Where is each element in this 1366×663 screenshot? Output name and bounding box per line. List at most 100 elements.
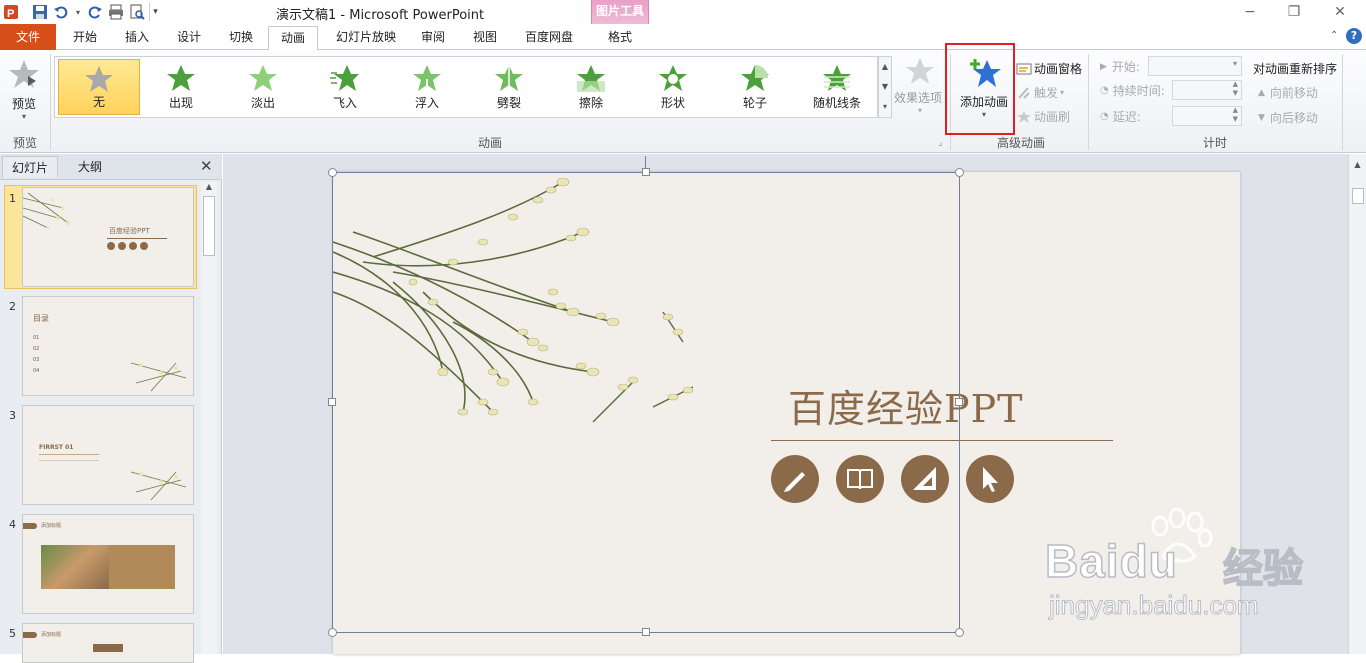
slide-thumbnail-2[interactable]: 目录 01 02 03 04: [22, 296, 194, 396]
effect-options-button[interactable]: 效果选项 ▾: [894, 56, 944, 115]
close-panel-icon[interactable]: ✕: [200, 157, 213, 175]
tab-slides[interactable]: 幻灯片: [2, 156, 58, 178]
float-in-star-icon: [413, 65, 441, 92]
animation-appear[interactable]: 出现: [140, 59, 222, 115]
animation-none[interactable]: 无: [58, 59, 140, 115]
slide-thumbnail-3[interactable]: FIRRST 01: [22, 405, 194, 505]
animation-wipe[interactable]: 擦除: [550, 59, 632, 115]
resize-handle[interactable]: [955, 168, 964, 177]
animation-painter-button[interactable]: 动画刷: [1016, 108, 1070, 125]
tab-design[interactable]: 设计: [166, 26, 212, 50]
help-icon[interactable]: ?: [1346, 28, 1362, 44]
close-window-icon[interactable]: ✕: [1330, 4, 1350, 20]
tab-file[interactable]: 文件: [0, 24, 56, 50]
title-bar: P ▾ ▾ 演示文稿1 - Microsoft PowerPoint − ❐ ✕: [0, 0, 1366, 24]
slide-number: 3: [9, 409, 16, 422]
animation-float-in[interactable]: 浮入: [386, 59, 468, 115]
print-preview-icon[interactable]: [128, 3, 146, 21]
animation-dialog-launcher-icon[interactable]: ⌟: [938, 138, 942, 148]
move-earlier-button[interactable]: ▲ 向前移动: [1258, 84, 1318, 101]
preview-button[interactable]: 预览 ▾: [4, 56, 44, 122]
slide-number: 2: [9, 300, 16, 313]
trigger-button[interactable]: 触发 ▾: [1016, 84, 1064, 101]
tab-outline[interactable]: 大纲: [62, 156, 118, 178]
animation-random-bars[interactable]: 随机线条: [796, 59, 878, 115]
slide-number: 1: [9, 192, 16, 205]
trigger-icon: [1018, 86, 1030, 99]
animation-appear-label: 出现: [168, 96, 193, 110]
ribbon-animations: 预览 ▾ 预览 无 出现 淡出 飞入 浮入 劈裂 擦除 形状 轮子 随机线条 ▲…: [0, 43, 1366, 153]
save-icon[interactable]: [31, 3, 49, 21]
group-label-animation: 动画: [477, 136, 502, 150]
slide-thumbnail-1[interactable]: 百度经验PPT: [22, 187, 194, 287]
powerpoint-app-icon[interactable]: P: [2, 3, 20, 21]
resize-handle[interactable]: [328, 628, 337, 637]
tab-home[interactable]: 开始: [62, 26, 108, 50]
tab-animations[interactable]: 动画: [268, 26, 318, 51]
animation-random-bars-label: 随机线条: [812, 96, 861, 110]
minimize-icon[interactable]: −: [1240, 4, 1260, 20]
animation-pane-button[interactable]: 动画窗格: [1016, 60, 1082, 77]
scroll-up-icon[interactable]: ▲: [201, 182, 217, 191]
move-earlier-icon: ▲: [1258, 87, 1265, 98]
animation-pane-icon: [1016, 63, 1032, 74]
animation-wheel[interactable]: 轮子: [714, 59, 796, 115]
slide-thumbnail-4[interactable]: 添加标题: [22, 514, 194, 614]
fade-star-icon: [249, 65, 277, 91]
resize-handle[interactable]: [642, 168, 650, 176]
animation-gallery: 无 出现 淡出 飞入 浮入 劈裂 擦除 形状 轮子 随机线条: [54, 56, 878, 118]
animation-painter-icon: [1017, 110, 1031, 123]
editor-scroll-up-icon[interactable]: ▲: [1349, 160, 1366, 169]
restore-icon[interactable]: ❐: [1284, 4, 1304, 20]
resize-handle[interactable]: [955, 398, 963, 406]
slide-number: 4: [9, 518, 16, 531]
resize-handle[interactable]: [328, 398, 336, 406]
slide-canvas[interactable]: 百度经验PPT: [328, 156, 1240, 654]
tab-baidu-netdisk[interactable]: 百度网盘: [516, 26, 582, 50]
group-label-timing: 计时: [1202, 136, 1227, 150]
resize-handle[interactable]: [955, 628, 964, 637]
start-label: ▶ 开始:: [1100, 58, 1140, 75]
animation-shape[interactable]: 形状: [632, 59, 714, 115]
tab-insert[interactable]: 插入: [114, 26, 160, 50]
tab-transitions[interactable]: 切换: [218, 26, 264, 50]
undo-icon[interactable]: [52, 3, 70, 21]
start-select[interactable]: ▾: [1148, 56, 1242, 76]
animation-split[interactable]: 劈裂: [468, 59, 550, 115]
tea-photo-image: [41, 545, 109, 589]
thumb-box: [93, 644, 123, 652]
gallery-more-icon[interactable]: ▾: [879, 97, 891, 117]
undo-dropdown-icon[interactable]: ▾: [73, 3, 83, 21]
customize-qat-icon[interactable]: ▾: [149, 3, 161, 21]
thumb-title: 添加标题: [41, 523, 62, 529]
resize-handle[interactable]: [328, 168, 337, 177]
collapse-ribbon-icon[interactable]: ⌃: [1330, 30, 1338, 41]
scroll-thumb[interactable]: [203, 196, 215, 256]
redo-icon[interactable]: [86, 3, 104, 21]
reorder-label: 对动画重新排序: [1253, 62, 1338, 76]
tab-slideshow[interactable]: 幻灯片放映: [326, 26, 406, 50]
toc-item: 04: [33, 368, 40, 374]
gallery-scroll[interactable]: ▲ ▼ ▾: [878, 56, 892, 118]
editor-scroll-thumb[interactable]: [1352, 188, 1364, 204]
move-later-text: 向后移动: [1269, 111, 1318, 125]
panel-scrollbar[interactable]: ▲: [201, 182, 217, 654]
tab-review[interactable]: 审阅: [412, 26, 454, 50]
gallery-scroll-down-icon[interactable]: ▼: [879, 77, 891, 97]
toc-item: 01: [33, 335, 40, 341]
picture-selection-box: [332, 172, 960, 633]
animation-fly-in[interactable]: 飞入: [304, 59, 386, 115]
move-later-button[interactable]: ▼ 向后移动: [1258, 109, 1318, 126]
tab-view[interactable]: 视图: [464, 26, 506, 50]
print-icon[interactable]: [107, 3, 125, 21]
resize-handle[interactable]: [642, 628, 650, 636]
delay-spinner[interactable]: ▲ ▼: [1172, 106, 1242, 126]
animation-fade[interactable]: 淡出: [222, 59, 304, 115]
gallery-scroll-up-icon[interactable]: ▲: [879, 57, 891, 77]
editor-scrollbar[interactable]: ▲: [1348, 154, 1366, 654]
slide-thumbnail-5[interactable]: 添加标题: [22, 623, 194, 663]
animation-wipe-label: 擦除: [578, 96, 603, 110]
tab-format[interactable]: 格式: [592, 26, 648, 50]
duration-spinner[interactable]: ▲ ▼: [1172, 80, 1242, 100]
cursor-circle[interactable]: [966, 455, 1014, 503]
